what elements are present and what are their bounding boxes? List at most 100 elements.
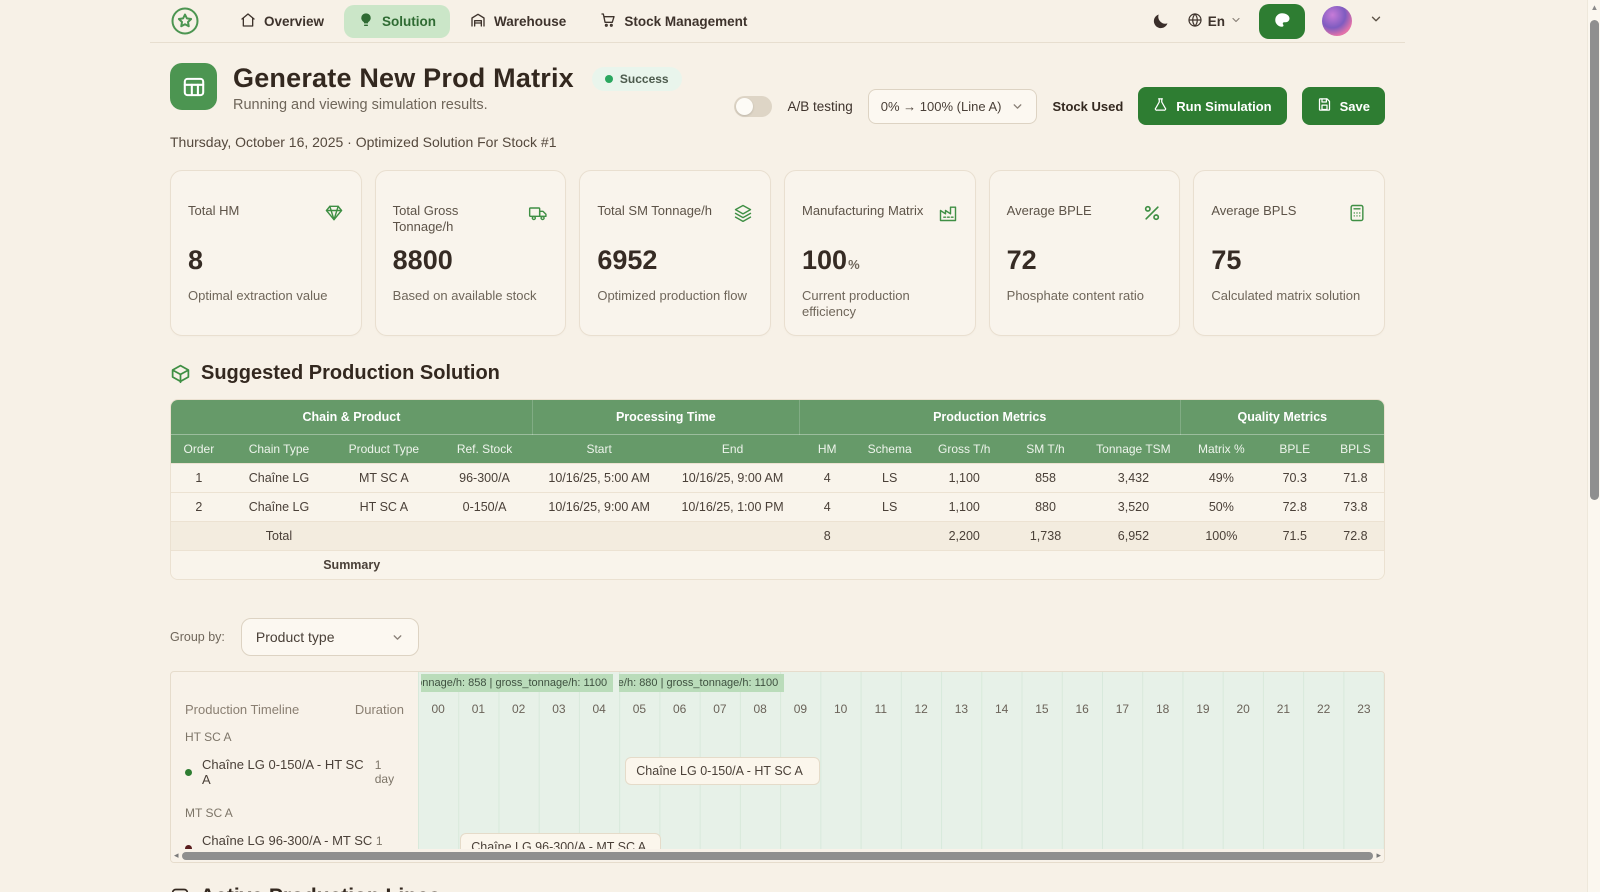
page-header: Generate New Prod Matrix Success Running… [170,63,1385,125]
column-header-end: End [666,435,799,464]
hour-label: 15 [1022,702,1062,716]
nav-item-overview[interactable]: Overview [226,5,338,38]
hour-label: 23 [1344,702,1384,716]
nav-item-stock-management[interactable]: Stock Management [586,5,761,38]
top-navbar: Overview Solution Warehouse Stock Manage… [0,0,1600,43]
hour-label: 02 [499,702,539,716]
stat-value: 8800 [393,245,549,276]
calculator-icon [1347,203,1367,228]
app-logo[interactable] [170,6,200,36]
column-header-schema: Schema [855,435,924,464]
hour-label: 13 [941,702,981,716]
column-header-matrix: Matrix % [1180,435,1262,464]
stats-row: Total HM 8 Optimal extraction value Tota… [170,170,1385,336]
table-row: 1Chaîne LGMT SC A96-300/A10/16/25, 5:00 … [171,464,1384,493]
hour-label: 08 [740,702,780,716]
page-vertical-scrollbar[interactable]: ▲ [1587,0,1600,892]
stat-card-manufacturing-matrix: Manufacturing Matrix 100% Current produc… [784,170,976,336]
layers-icon [733,203,753,228]
timeline-group-label: HT SC A [171,724,418,750]
group-by-value: Product type [256,629,335,645]
table-total-row: Total82,2001,7386,952100%71.572.8 [171,522,1384,551]
dark-mode-moon-icon[interactable] [1151,12,1170,31]
home-icon [240,12,256,31]
column-header-bpls: BPLS [1327,435,1384,464]
line-range-select[interactable]: 0% → 100% (Line A) [868,89,1038,124]
hour-label: 09 [780,702,820,716]
run-simulation-button[interactable]: Run Simulation [1138,87,1286,125]
production-timeline-panel: _tonnage/h: 858 | gross_tonnage/h: 1100g… [170,671,1385,863]
column-header-hm: HM [799,435,855,464]
column-header-start: Start [532,435,665,464]
stat-value: 72 [1007,245,1163,276]
hour-label: 12 [901,702,941,716]
active-lines-section-header: Active Production Lines [170,885,1385,892]
column-header-product-type: Product Type [331,435,437,464]
task-status-dot [185,769,192,776]
hour-label: 01 [458,702,498,716]
vertical-scroll-thumb[interactable] [1590,20,1599,500]
hour-label: 21 [1263,702,1303,716]
page-subtitle: Running and viewing simulation results. [233,97,682,113]
timeline-title: Production Timeline [185,702,299,717]
group-by-select[interactable]: Product type [241,618,419,656]
active-lines-title: Active Production Lines [200,885,440,892]
scroll-left-arrow[interactable]: ◂ [174,851,179,860]
column-header-chain-type: Chain Type [227,435,331,464]
timeline-horizontal-scrollbar[interactable]: ◂ ▸ [171,849,1384,862]
hour-label: 00 [418,702,458,716]
flask-icon [1153,97,1168,115]
nav-item-solution[interactable]: Solution [344,5,450,38]
gantt-bar[interactable]: Chaîne LG 0-150/A - HT SC A [625,757,820,785]
solution-section-title: Suggested Production Solution [201,362,500,385]
hour-label: 11 [861,702,901,716]
group-header-chain-product: Chain & Product [171,400,532,435]
column-header-sm-t-h: SM T/h [1004,435,1086,464]
stock-used-label: Stock Used [1052,99,1123,114]
column-header-order: Order [171,435,227,464]
theme-palette-button[interactable] [1259,4,1305,39]
hour-label: 16 [1062,702,1102,716]
table-row: 2Chaîne LGHT SC A0-150/A10/16/25, 9:00 A… [171,493,1384,522]
warehouse-icon [470,12,486,31]
hour-label: 18 [1143,702,1183,716]
ab-testing-toggle[interactable] [734,96,772,117]
language-selector[interactable]: En [1187,12,1242,31]
hour-label: 22 [1304,702,1344,716]
solution-section-header: Suggested Production Solution [170,362,1385,385]
stat-value: 100% [802,245,958,276]
save-button[interactable]: Save [1302,87,1385,125]
stat-card-average-bple: Average BPLE 72 Phosphate content ratio [989,170,1181,336]
stat-card-total-gross-tonnage-h: Total Gross Tonnage/h 8800 Based on avai… [375,170,567,336]
page-title: Generate New Prod Matrix [233,63,574,94]
success-dot-icon [605,75,613,83]
account-chevron-down-icon[interactable] [1369,12,1383,31]
group-header-processing-time: Processing Time [532,400,799,435]
timeline-group-label: MT SC A [171,800,418,826]
main-navigation: Overview Solution Warehouse Stock Manage… [226,5,761,38]
hour-label: 04 [579,702,619,716]
nav-item-warehouse[interactable]: Warehouse [456,5,580,38]
package-cube-icon [170,363,191,384]
stat-card-average-bpls: Average BPLS 75 Calculated matrix soluti… [1193,170,1385,336]
hour-label: 06 [660,702,700,716]
scroll-right-arrow[interactable]: ▸ [1376,851,1381,860]
table-column-header-row: OrderChain TypeProduct TypeRef. StockSta… [171,435,1384,464]
hour-label: 17 [1102,702,1142,716]
timeline-task-label: Chaîne LG 0-150/A - HT SC A [202,757,375,787]
table-summary-row[interactable]: Summary [171,551,1384,580]
task-duration: 1 day [375,758,404,786]
chevron-down-icon [1011,100,1024,113]
line-range-value: 0% → 100% (Line A) [881,99,1002,114]
bulb-icon [358,12,374,31]
palette-icon [1273,11,1291,32]
scroll-up-arrow[interactable]: ▲ [1590,3,1599,12]
stat-card-total-sm-tonnage-h: Total SM Tonnage/h 6952 Optimized produc… [579,170,771,336]
status-badge: Success [592,67,682,91]
user-avatar[interactable] [1322,6,1352,36]
hour-label: 20 [1223,702,1263,716]
timeline-tooltip: _tonnage/h: 858 | gross_tonnage/h: 1100 [421,674,613,692]
stat-value: 75 [1211,245,1367,276]
timeline-duration-label: Duration [355,702,404,717]
horizontal-scroll-thumb[interactable] [182,852,1374,860]
